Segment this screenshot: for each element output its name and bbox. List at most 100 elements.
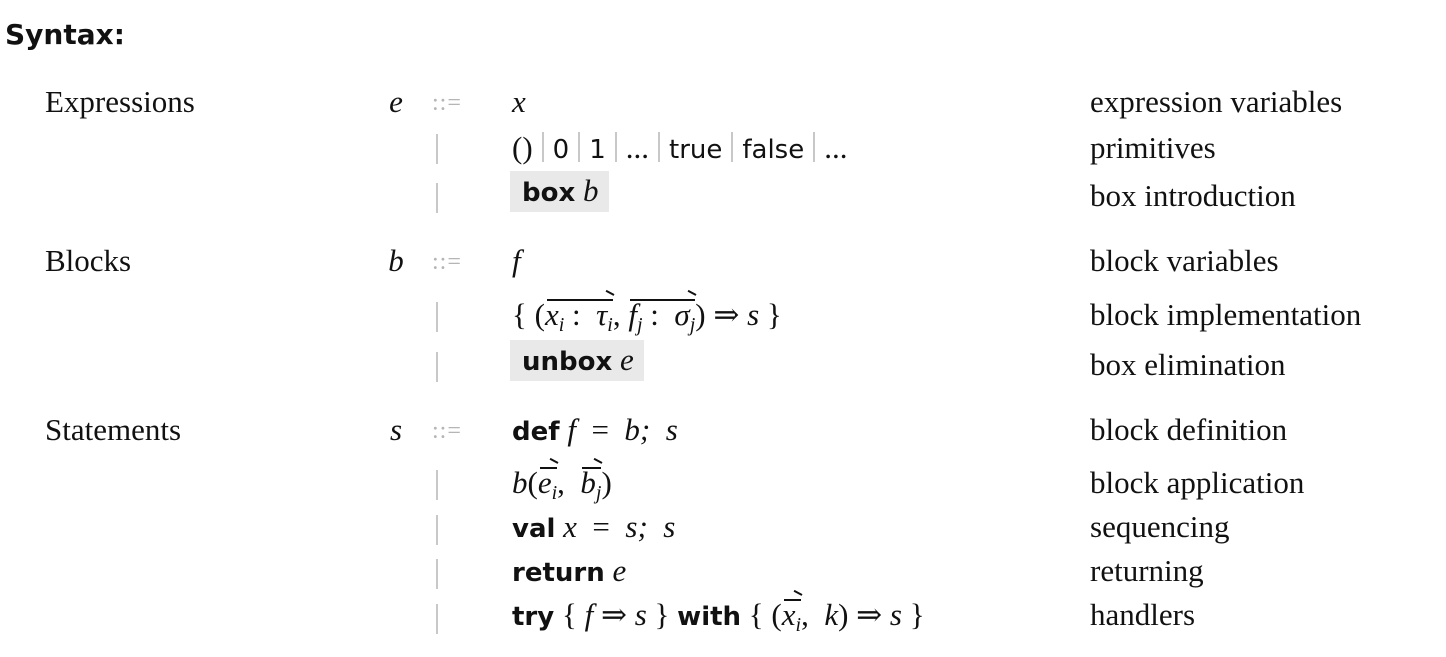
rule-description: box elimination bbox=[1090, 347, 1286, 382]
category-label: Blocks bbox=[45, 243, 132, 278]
param-type: τ bbox=[596, 297, 608, 332]
production-block-definition: def f = b; s bbox=[512, 412, 678, 448]
open-brace-paren: { ( bbox=[748, 597, 782, 632]
block-value: b; bbox=[624, 412, 651, 447]
close-paren: ) bbox=[838, 597, 849, 632]
keyword-def: def bbox=[512, 417, 560, 447]
block-params-vector: fj : σj bbox=[628, 297, 696, 336]
block-param-type: σ bbox=[674, 297, 690, 332]
comma: , bbox=[612, 297, 621, 332]
keyword-return: return bbox=[512, 558, 605, 588]
value-args-vector: ei bbox=[538, 465, 558, 504]
production-block-variable: f bbox=[512, 243, 521, 279]
index: i bbox=[607, 314, 613, 336]
primitive-false: false bbox=[742, 135, 805, 165]
close-paren: ) bbox=[695, 297, 706, 332]
primitive-zero: 0 bbox=[552, 135, 570, 165]
highlight-box: box b bbox=[510, 171, 609, 212]
alternative-bar bbox=[436, 302, 438, 332]
handler-body: s bbox=[889, 597, 902, 632]
double-arrow: ⇒ bbox=[600, 597, 627, 632]
alternative-bar bbox=[436, 515, 438, 545]
value-params-vector: xi : τi bbox=[544, 297, 613, 336]
ellipsis: ... bbox=[824, 130, 848, 165]
index: j bbox=[636, 314, 643, 336]
colon: : bbox=[650, 297, 659, 332]
block-name: f bbox=[567, 412, 576, 447]
alternative-separator bbox=[614, 132, 617, 162]
colon: : bbox=[572, 297, 581, 332]
index: j bbox=[595, 482, 602, 504]
body-statement: s bbox=[747, 297, 760, 332]
open-brace: { bbox=[561, 597, 577, 632]
metavariable: b bbox=[388, 243, 404, 278]
rule-description: block variables bbox=[1090, 243, 1279, 278]
body-statement: s bbox=[634, 597, 647, 632]
section-heading: Syntax: bbox=[5, 18, 125, 51]
keyword-unbox: unbox bbox=[522, 347, 613, 377]
double-arrow: ⇒ bbox=[713, 297, 740, 332]
rule-description: expression variables bbox=[1090, 84, 1343, 119]
rule-description: sequencing bbox=[1090, 509, 1230, 544]
keyword-with: with bbox=[677, 602, 742, 632]
close-brace: } bbox=[654, 597, 670, 632]
variable: x bbox=[512, 84, 526, 119]
category-label: Expressions bbox=[45, 84, 195, 119]
param-name: x bbox=[544, 297, 559, 332]
handler-params-vector: xi bbox=[781, 597, 802, 636]
open-paren: ( bbox=[527, 465, 538, 500]
rule-description: box introduction bbox=[1090, 178, 1296, 213]
close-brace: } bbox=[766, 297, 782, 332]
production-return: return e bbox=[512, 553, 626, 589]
production-box-elimination: unbox e bbox=[510, 340, 644, 381]
alternative-bar bbox=[436, 559, 438, 589]
alternative-bar bbox=[436, 470, 438, 500]
keyword-val: val bbox=[512, 514, 556, 544]
capability-name: f bbox=[584, 597, 594, 632]
arg-block: b bbox=[580, 465, 596, 500]
keyword-box: box bbox=[522, 178, 576, 208]
define-operator: ::= bbox=[432, 249, 462, 275]
production-sequencing: val x = s; s bbox=[512, 509, 675, 545]
block-arg: b bbox=[583, 173, 599, 208]
alternative-bar bbox=[436, 352, 438, 382]
category-label: Statements bbox=[45, 412, 182, 447]
alternative-separator bbox=[731, 132, 734, 162]
rule-description: returning bbox=[1090, 553, 1204, 588]
close-brace: } bbox=[909, 597, 925, 632]
bound-statement: s; bbox=[625, 509, 648, 544]
alternative-bar bbox=[436, 604, 438, 634]
block-param-name: f bbox=[628, 297, 637, 332]
alternative-bar bbox=[436, 134, 438, 164]
param-name: x bbox=[781, 597, 796, 632]
index: i bbox=[551, 482, 558, 504]
production-handlers: try { f ⇒ s } with { (xi, k) ⇒ s } bbox=[512, 597, 925, 636]
production-expression-variable: x bbox=[512, 84, 526, 120]
rule-description: primitives bbox=[1090, 130, 1216, 165]
equals: = bbox=[591, 412, 609, 447]
metavariable: s bbox=[389, 412, 403, 447]
primitive-true: true bbox=[669, 135, 723, 165]
rule-description: block implementation bbox=[1090, 297, 1362, 332]
comma: , bbox=[801, 597, 809, 632]
index: j bbox=[689, 314, 696, 336]
index: i bbox=[795, 614, 802, 636]
highlight-box: unbox e bbox=[510, 340, 644, 381]
rule-description: handlers bbox=[1090, 597, 1196, 632]
double-arrow: ⇒ bbox=[856, 597, 883, 632]
production-box-introduction: box b bbox=[510, 171, 609, 212]
equals: = bbox=[592, 509, 610, 544]
callee: b bbox=[512, 465, 528, 500]
block-args-vector: bj bbox=[580, 465, 602, 504]
rule-description: block definition bbox=[1090, 412, 1288, 447]
bound-variable: x bbox=[563, 509, 577, 544]
continuation: s bbox=[665, 412, 678, 447]
primitive-unit: () bbox=[512, 130, 533, 165]
rule-description: block application bbox=[1090, 465, 1305, 500]
alternative-separator bbox=[813, 132, 816, 162]
block-variable: f bbox=[512, 243, 521, 278]
continuation-param: k bbox=[824, 597, 839, 632]
primitive-one: 1 bbox=[589, 135, 606, 165]
define-operator: ::= bbox=[432, 418, 462, 444]
production-block-implementation: { (xi : τi, fj : σj) ⇒ s } bbox=[512, 297, 782, 336]
